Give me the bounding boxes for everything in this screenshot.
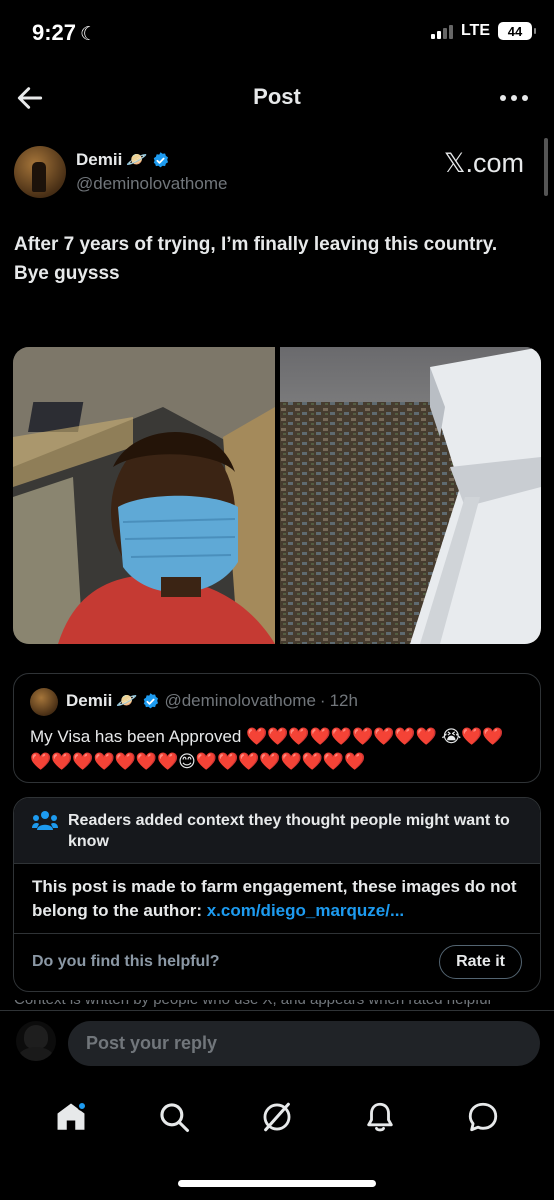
community-note-link[interactable]: x.com/diego_marquze/... [207,901,404,920]
planet-emoji-icon: 🪐 [116,691,138,710]
status-bar: 9:27 ☾ LTE 44 [0,0,554,70]
airplane-window-photo[interactable] [279,347,541,644]
airplane-window-photo-art [279,347,541,644]
more-options-icon[interactable] [496,82,532,114]
bottom-nav [0,1082,554,1152]
quoted-text: My Visa has been Approved ❤️❤️❤️❤️❤️❤️❤️… [30,727,504,771]
author-handle[interactable]: @deminolovathome [76,174,227,194]
helpful-question: Do you find this helpful? [32,953,220,970]
reply-input[interactable]: Post your reply [68,1021,540,1066]
community-note-header: Readers added context they thought peopl… [14,798,540,864]
community-note: Readers added context they thought peopl… [13,797,541,992]
divider [14,933,540,934]
selfie-photo-art [13,347,275,644]
current-user-avatar[interactable] [16,1021,56,1061]
signal-icon [430,24,453,39]
post-media[interactable] [13,347,541,644]
messages-icon [468,1102,497,1132]
post-author[interactable]: Demii 🪐 @deminolovathome 𝕏.com [14,142,540,202]
quoted-timestamp: 12h [329,691,358,710]
search-icon [160,1103,190,1133]
notifications-icon [367,1102,393,1132]
verified-badge-icon [144,692,159,708]
page-title: Post [253,84,301,109]
quoted-header: Demii 🪐 @deminolovathome · 12h [66,691,358,711]
quoted-author-name: Demii [66,691,113,710]
people-icon [32,811,58,830]
post-text-line: After 7 years of trying, I’m finally lea… [14,234,498,255]
top-nav: Post [0,72,554,124]
note-footer-text: Context is written by people who use X, … [14,1000,540,1010]
post-text: After 7 years of trying, I’m finally lea… [14,230,534,288]
quoted-separator: · [319,691,326,710]
quoted-post[interactable]: Demii 🪐 @deminolovathome · 12h My Visa h… [13,673,541,783]
post-text-line: Bye guysss [14,263,120,284]
grok-icon [263,1102,291,1132]
network-label: LTE [460,22,490,39]
note-footer-text-content: Context is written by people who use X, … [14,1000,491,1008]
author-name-row[interactable]: Demii 🪐 [76,150,170,170]
battery-icon: 44 [498,22,536,40]
tab-search[interactable] [154,1097,194,1137]
tab-grok[interactable] [257,1097,297,1137]
community-note-body: This post is made to farm engagement, th… [32,875,527,923]
home-indicator[interactable] [178,1180,376,1187]
planet-emoji-icon: 🪐 [126,150,148,169]
verified-badge-icon [154,151,169,167]
avatar[interactable] [14,146,66,198]
tab-messages[interactable] [463,1097,503,1137]
quoted-author-handle: @deminolovathome [164,691,316,710]
reply-bar: Post your reply [0,1010,554,1080]
rate-it-button[interactable]: Rate it [439,945,522,979]
scrollbar[interactable] [544,138,548,196]
selfie-photo[interactable] [13,347,275,644]
tab-notifications[interactable] [360,1097,400,1137]
moon-icon: ☾ [80,24,98,45]
quoted-avatar[interactable] [30,688,58,716]
status-indicators: LTE 44 [430,22,536,40]
status-time: 9:27 ☾ [32,20,98,45]
tab-home[interactable] [51,1097,91,1137]
source-watermark: 𝕏.com [443,148,524,178]
author-name: Demii [76,150,123,169]
community-note-title: Readers added context they thought peopl… [68,812,510,850]
